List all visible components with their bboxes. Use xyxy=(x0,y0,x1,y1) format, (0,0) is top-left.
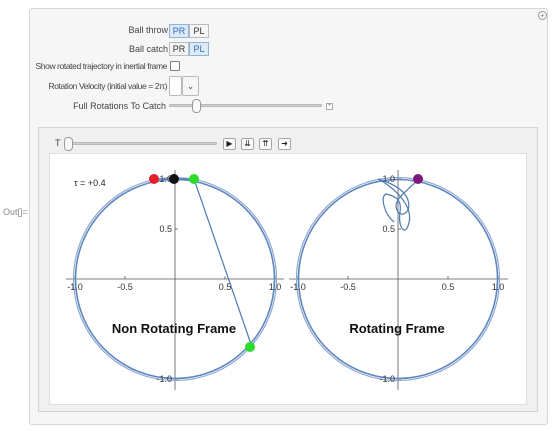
purple-dot xyxy=(413,174,423,184)
plots-svg: -1.0 -0.5 0.5 1.0 1.0 0.5 -1.0 τ = +0.4 … xyxy=(66,170,508,390)
left-plot-title: Non Rotating Frame xyxy=(112,321,236,336)
left-y-tick: -1.0 xyxy=(156,374,172,384)
right-y-tick: 0.5 xyxy=(382,224,395,234)
left-y-tick: 0.5 xyxy=(159,224,172,234)
left-plot: -1.0 -0.5 0.5 1.0 1.0 0.5 -1.0 τ = +0.4 … xyxy=(66,170,284,390)
right-plot: -1.0 -0.5 0.5 1.0 1.0 0.5 -1.0 Rotating … xyxy=(289,170,508,390)
right-y-tick: -1.0 xyxy=(379,374,395,384)
right-x-tick: -1.0 xyxy=(290,282,306,292)
left-x-tick: 1.0 xyxy=(269,282,282,292)
right-plot-title: Rotating Frame xyxy=(349,321,444,336)
red-dot xyxy=(149,174,159,184)
green-dot-top xyxy=(189,174,199,184)
black-dot xyxy=(169,174,179,184)
right-x-tick: -0.5 xyxy=(340,282,356,292)
right-x-tick: 1.0 xyxy=(492,282,505,292)
right-x-tick: 0.5 xyxy=(442,282,455,292)
tau-label: τ = +0.4 xyxy=(74,178,106,188)
green-dot-bottom xyxy=(245,342,255,352)
left-x-tick: -0.5 xyxy=(117,282,133,292)
left-x-tick: 0.5 xyxy=(219,282,232,292)
left-x-tick: -1.0 xyxy=(67,282,83,292)
